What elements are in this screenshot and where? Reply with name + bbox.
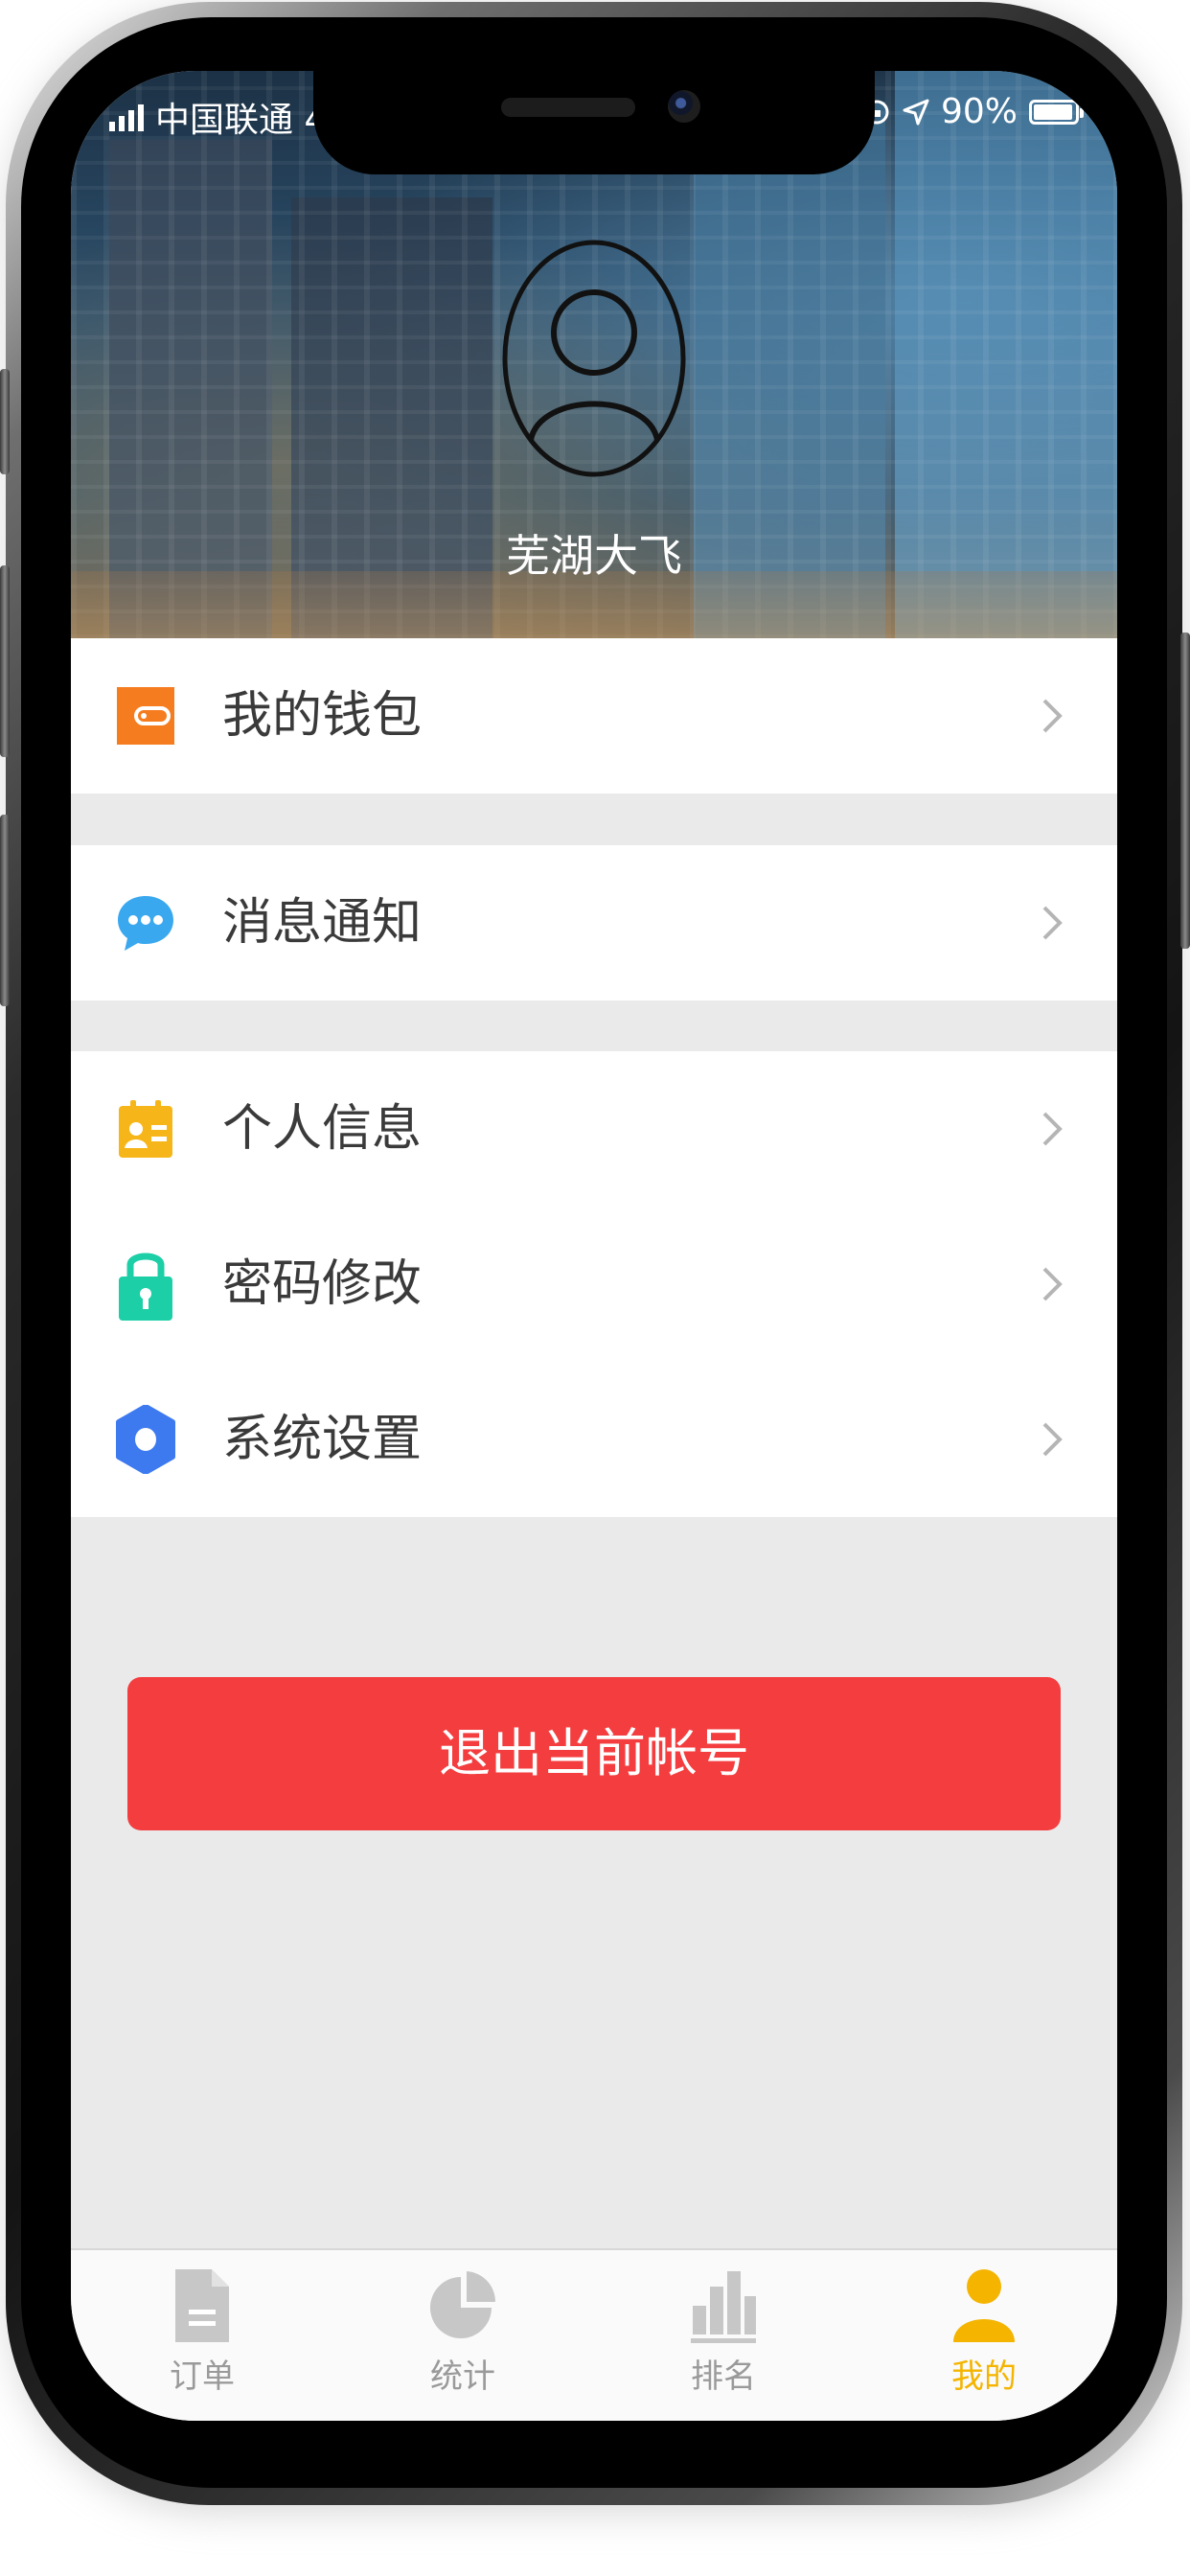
tab-mine[interactable]: 我的	[888, 2267, 1080, 2411]
menu-item-settings[interactable]: 系统设置	[71, 1362, 1117, 1517]
volume-up-button	[0, 565, 10, 757]
tab-ranking[interactable]: 排名	[628, 2267, 819, 2411]
menu-item-label: 消息通知	[222, 894, 423, 952]
menu-item-personal-info[interactable]: 个人信息	[71, 1051, 1117, 1207]
battery-percentage: 90%	[940, 92, 1018, 131]
tab-statistics[interactable]: 统计	[367, 2267, 559, 2411]
power-button	[1180, 632, 1190, 949]
menu-item-label: 系统设置	[222, 1411, 423, 1468]
tab-orders[interactable]: 订单	[106, 2267, 298, 2411]
gear-icon	[116, 1405, 175, 1474]
mute-switch	[0, 369, 10, 474]
chevron-right-icon	[1042, 1422, 1063, 1457]
volume-down-button	[0, 815, 10, 1006]
carrier-label: 中国联通 4	[155, 101, 327, 140]
menu-group-account: 个人信息 密码修改 系统设置	[71, 1051, 1117, 1517]
username: 芜湖大飞	[506, 530, 682, 582]
lock-icon	[119, 1253, 172, 1321]
chevron-right-icon	[1042, 906, 1063, 940]
tab-label: 我的	[951, 2358, 1017, 2396]
pie-chart-icon	[430, 2271, 496, 2338]
menu-item-password[interactable]: 密码修改	[71, 1207, 1117, 1362]
page: 中国联通 4 90% 芜湖大飞 我的钱包 消息通知 个人信息 密码修改 系统设置…	[0, 0, 1190, 2576]
tab-bar: 订单 统计 排名 我的	[71, 2248, 1117, 2421]
tab-label: 订单	[170, 2358, 235, 2396]
menu-group-messages: 消息通知	[71, 845, 1117, 1000]
screen: 中国联通 4 90% 芜湖大飞 我的钱包 消息通知 个人信息 密码修改 系统设置…	[71, 71, 1117, 2421]
chat-bubble-icon	[118, 896, 173, 951]
avatar[interactable]	[502, 239, 686, 478]
user-icon	[953, 2269, 1015, 2342]
menu-item-label: 密码修改	[222, 1255, 423, 1313]
wallet-icon	[117, 687, 174, 745]
profile-header: 中国联通 4 90% 芜湖大飞	[71, 71, 1117, 638]
menu-group-wallet: 我的钱包	[71, 638, 1117, 794]
id-card-icon	[119, 1100, 172, 1158]
notch	[313, 71, 875, 174]
tab-label: 排名	[691, 2358, 756, 2396]
tab-label: 统计	[430, 2358, 495, 2396]
chevron-right-icon	[1042, 1112, 1063, 1146]
document-icon	[175, 2269, 229, 2342]
location-arrow-icon	[903, 99, 929, 125]
front-camera	[668, 90, 700, 123]
speaker-grille	[501, 98, 635, 117]
bar-chart-icon	[691, 2271, 756, 2343]
logout-button[interactable]: 退出当前帐号	[127, 1677, 1061, 1830]
chevron-right-icon	[1042, 1267, 1063, 1301]
menu-item-label: 个人信息	[222, 1100, 423, 1158]
menu-item-messages[interactable]: 消息通知	[71, 845, 1117, 1000]
menu-item-label: 我的钱包	[222, 687, 423, 745]
signal-icon	[109, 103, 144, 131]
menu-item-wallet[interactable]: 我的钱包	[71, 638, 1117, 794]
chevron-right-icon	[1042, 699, 1063, 733]
battery-icon	[1029, 99, 1084, 125]
